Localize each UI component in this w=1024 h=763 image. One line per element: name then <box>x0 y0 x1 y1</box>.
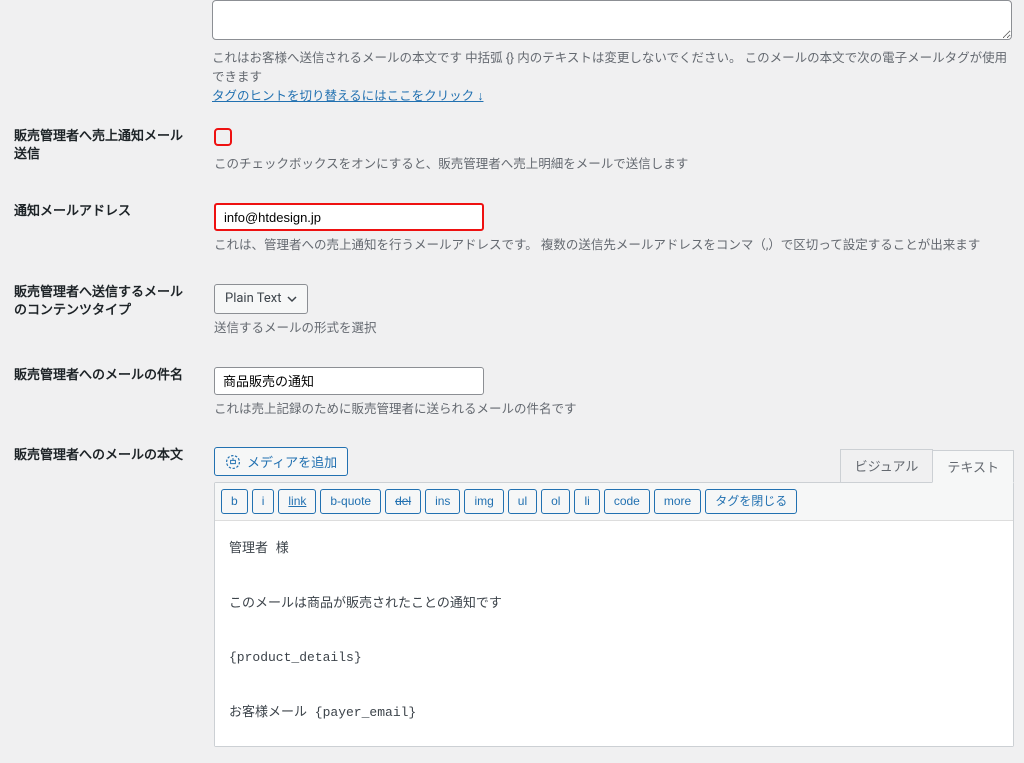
subject-label: 販売管理者へのメールの件名 <box>14 367 214 385</box>
content-type-value: Plain Text <box>225 291 281 306</box>
qt-bquote-button[interactable]: b-quote <box>320 489 381 514</box>
quicktags-toolbar: b i link b-quote del ins img ul ol li co… <box>215 483 1013 521</box>
qt-del-button[interactable]: del <box>385 489 421 514</box>
subject-input[interactable] <box>214 367 484 395</box>
tab-text[interactable]: テキスト <box>932 450 1014 483</box>
notify-email-input[interactable] <box>214 203 484 231</box>
chevron-down-icon <box>287 294 297 304</box>
qt-i-button[interactable]: i <box>252 489 275 514</box>
add-media-label: メディアを追加 <box>247 452 337 471</box>
add-media-button[interactable]: メディアを追加 <box>214 447 348 476</box>
qt-ul-button[interactable]: ul <box>508 489 537 514</box>
content-type-desc: 送信するメールの形式を選択 <box>214 320 1014 339</box>
qt-link-button[interactable]: link <box>278 489 316 514</box>
content-type-select[interactable]: Plain Text <box>214 284 308 314</box>
qt-close-button[interactable]: タグを閉じる <box>705 489 797 514</box>
subject-desc: これは売上記録のために販売管理者に送られるメールの件名です <box>214 401 1014 420</box>
qt-b-button[interactable]: b <box>221 489 248 514</box>
qt-img-button[interactable]: img <box>464 489 503 514</box>
qt-li-button[interactable]: li <box>574 489 599 514</box>
qt-code-button[interactable]: code <box>604 489 650 514</box>
customer-mail-body-desc: これはお客様へ送信されるメールの本文です 中括弧 {} 内のテキストは変更しない… <box>212 51 1007 85</box>
notify-email-label: 通知メールアドレス <box>14 203 214 221</box>
content-type-label: 販売管理者へ送信するメールのコンテンツタイプ <box>14 284 214 320</box>
qt-ins-button[interactable]: ins <box>425 489 460 514</box>
sales-notify-desc: このチェックボックスをオンにすると、販売管理者へ売上明細をメールで送信します <box>214 156 1014 175</box>
toggle-tag-hints-link[interactable]: タグのヒントを切り替えるにはここをクリック ↓ <box>212 89 483 104</box>
qt-more-button[interactable]: more <box>654 489 701 514</box>
body-textarea[interactable]: 管理者 様 このメールは商品が販売されたことの通知です {product_det… <box>215 521 1013 746</box>
sales-notify-checkbox[interactable] <box>214 128 232 146</box>
qt-ol-button[interactable]: ol <box>541 489 570 514</box>
sales-notify-label: 販売管理者へ売上通知メール送信 <box>14 128 214 164</box>
body-label: 販売管理者へのメールの本文 <box>14 447 214 465</box>
notify-email-desc: これは、管理者への売上通知を行うメールアドレスです。 複数の送信先メールアドレス… <box>214 237 1014 256</box>
tab-visual[interactable]: ビジュアル <box>840 449 934 482</box>
media-icon <box>225 454 241 470</box>
customer-mail-body-textarea[interactable] <box>212 0 1012 40</box>
